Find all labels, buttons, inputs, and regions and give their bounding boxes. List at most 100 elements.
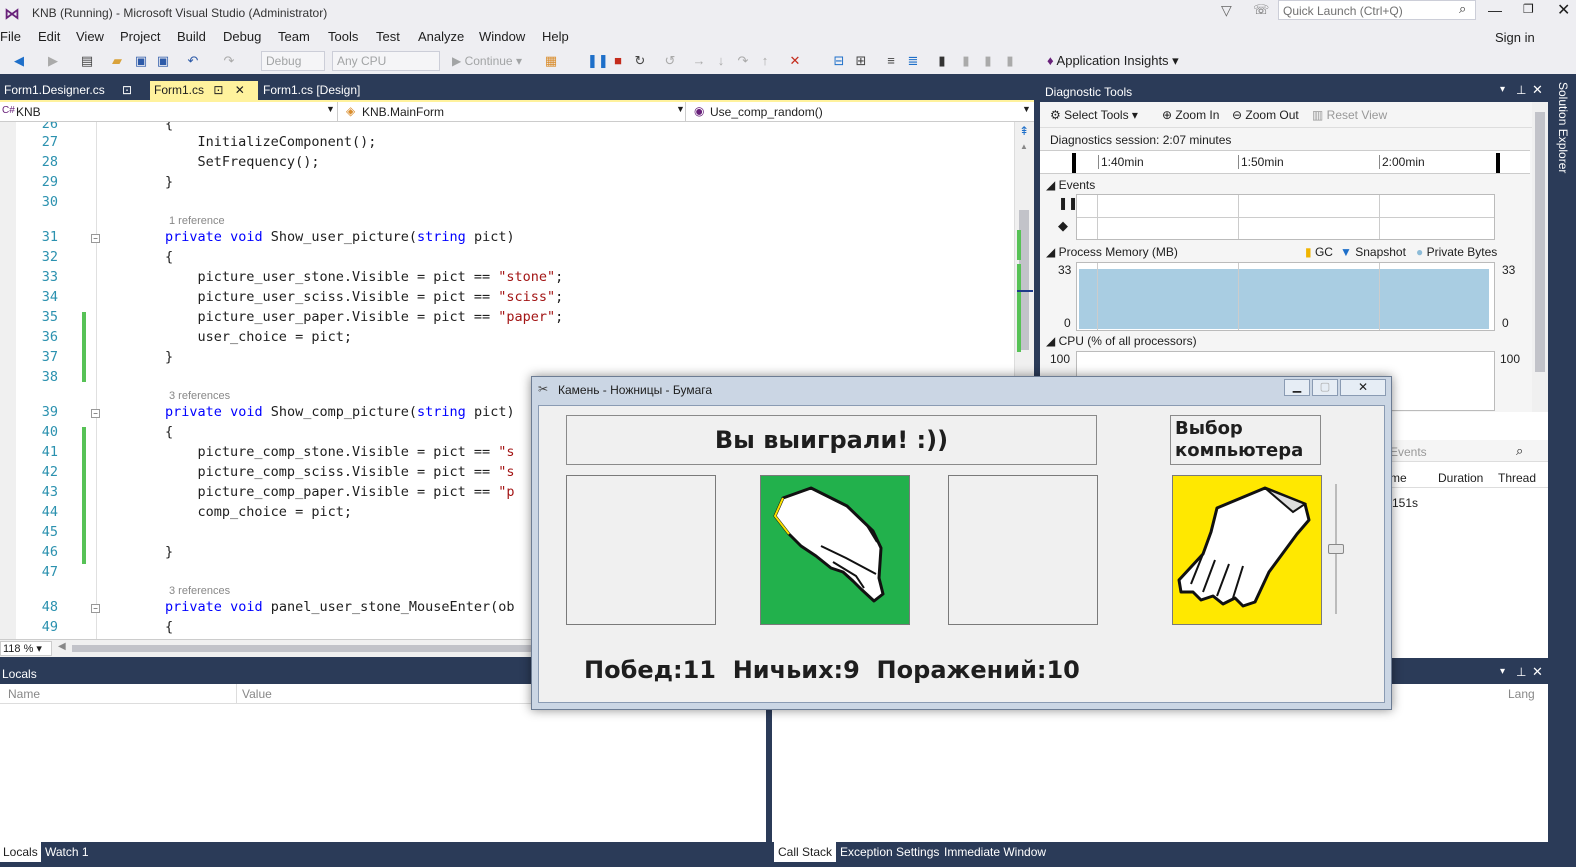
- column-header[interactable]: Lang: [1508, 687, 1535, 701]
- game-minimize-button[interactable]: ▁: [1284, 379, 1310, 396]
- pin-icon[interactable]: ⊡: [213, 83, 223, 97]
- find-icon[interactable]: ⊟: [830, 52, 848, 70]
- events-search-input[interactable]: Events: [1390, 445, 1427, 459]
- quick-find-icon[interactable]: ⊞: [852, 52, 870, 70]
- tab-locals[interactable]: Locals: [0, 842, 41, 862]
- menu-edit[interactable]: Edit: [38, 29, 60, 44]
- column-header[interactable]: Thread: [1498, 471, 1536, 485]
- close-icon[interactable]: ✕: [1532, 664, 1543, 680]
- column-header[interactable]: Duration: [1438, 471, 1483, 485]
- dropdown-icon[interactable]: ▾: [1500, 666, 1505, 677]
- timeline-ruler[interactable]: 1:40min 1:50min 2:00min: [1040, 150, 1530, 174]
- tab-form1-cs[interactable]: Form1.cs ⊡ ✕: [150, 81, 258, 100]
- attach-icon[interactable]: ▦: [542, 52, 560, 70]
- breakpoint-toggle-icon[interactable]: ✕: [786, 52, 804, 70]
- quick-launch-input[interactable]: Quick Launch (Ctrl+Q): [1283, 4, 1403, 18]
- pin-icon[interactable]: ⊡: [122, 83, 132, 97]
- range-start-marker[interactable]: [1072, 153, 1076, 173]
- pause-icon[interactable]: ❚❚: [587, 52, 609, 70]
- show-next-statement-icon[interactable]: ↺: [661, 52, 679, 70]
- tab-immediate-window[interactable]: Immediate Window: [942, 842, 1048, 862]
- menu-team[interactable]: Team: [278, 29, 310, 44]
- dropdown-icon[interactable]: ▾: [1500, 84, 1505, 95]
- scroll-up-icon[interactable]: ▲: [1020, 142, 1028, 151]
- select-tools-button[interactable]: ⚙ Select Tools ▾: [1050, 108, 1138, 122]
- memory-chart[interactable]: [1076, 262, 1495, 331]
- uncomment-icon[interactable]: ≣: [904, 52, 922, 70]
- split-icon[interactable]: ⇞: [1019, 124, 1029, 138]
- bookmark-icon[interactable]: ▮: [933, 52, 951, 70]
- prev-bookmark-icon[interactable]: ▮: [957, 52, 975, 70]
- menu-build[interactable]: Build: [177, 29, 206, 44]
- menu-project[interactable]: Project: [120, 29, 160, 44]
- game-window[interactable]: ✂ Камень - Ножницы - Бумага ▁ ▢ ✕ Вы выи…: [531, 376, 1392, 710]
- game-close-button[interactable]: ✕: [1340, 379, 1386, 396]
- config-dropdown[interactable]: Debug: [261, 51, 325, 71]
- codelens-reference[interactable]: 1 reference: [169, 215, 225, 227]
- new-project-icon[interactable]: ▤: [78, 52, 96, 70]
- menu-debug[interactable]: Debug: [223, 29, 261, 44]
- close-icon[interactable]: ✕: [1532, 82, 1543, 98]
- search-icon[interactable]: ⌕: [1516, 443, 1523, 459]
- menu-tools[interactable]: Tools: [328, 29, 358, 44]
- save-all-icon[interactable]: ▣: [154, 52, 172, 70]
- game-title-bar[interactable]: ✂ Камень - Ножницы - Бумага ▁ ▢ ✕: [532, 377, 1391, 403]
- game-maximize-button[interactable]: ▢: [1312, 379, 1338, 396]
- save-icon[interactable]: ▣: [132, 52, 150, 70]
- events-section[interactable]: ◢ Events: [1046, 178, 1095, 192]
- member-dropdown[interactable]: ◉ Use_comp_random() ▼: [692, 102, 1034, 121]
- solution-explorer-tab[interactable]: Solution Explorer: [1552, 82, 1576, 202]
- next-bookmark-icon[interactable]: ▮: [979, 52, 997, 70]
- quick-launch-box[interactable]: Quick Launch (Ctrl+Q) ⌕: [1278, 0, 1476, 20]
- cpu-section[interactable]: ◢ CPU (% of all processors): [1046, 334, 1197, 348]
- menu-window[interactable]: Window: [479, 29, 525, 44]
- codelens-reference[interactable]: 3 references: [169, 585, 230, 597]
- pin-icon[interactable]: ⊥: [1516, 665, 1526, 679]
- user-paper-panel[interactable]: [948, 475, 1098, 625]
- clear-bookmarks-icon[interactable]: ▮: [1001, 52, 1019, 70]
- maximize-button[interactable]: ❐: [1523, 2, 1534, 16]
- tab-form1-designer[interactable]: Form1.Designer.cs ⊡: [0, 81, 148, 100]
- step-back-icon[interactable]: ↷: [734, 52, 752, 70]
- pin-icon[interactable]: ⊥: [1516, 83, 1526, 97]
- feedback-icon[interactable]: ☏: [1253, 2, 1269, 18]
- menu-view[interactable]: View: [76, 29, 104, 44]
- column-header[interactable]: Value: [242, 687, 272, 701]
- class-dropdown[interactable]: ◈ KNB.MainForm ▼: [344, 102, 686, 121]
- step-into-icon[interactable]: →: [690, 52, 708, 70]
- project-dropdown[interactable]: C# KNB ▼: [0, 102, 338, 121]
- tab-watch[interactable]: Watch 1: [42, 842, 92, 862]
- codelens-reference[interactable]: 3 references: [169, 390, 230, 402]
- diag-scrollbar[interactable]: [1532, 102, 1548, 412]
- comment-icon[interactable]: ≡: [882, 52, 900, 70]
- continue-button[interactable]: ▶ Continue ▾: [452, 54, 522, 68]
- zoom-in-button[interactable]: ⊕ Zoom In: [1162, 108, 1219, 122]
- stop-icon[interactable]: ■: [609, 52, 627, 70]
- close-button[interactable]: ✕: [1557, 0, 1570, 20]
- reset-view-button[interactable]: ▥ Reset View: [1312, 108, 1387, 122]
- events-track[interactable]: [1076, 194, 1495, 240]
- redo-icon[interactable]: ↷: [220, 52, 238, 70]
- restart-icon[interactable]: ↻: [631, 52, 649, 70]
- column-header[interactable]: me: [1390, 471, 1407, 485]
- application-insights-button[interactable]: ♦ Application Insights ▾: [1047, 53, 1179, 69]
- menu-file[interactable]: File: [0, 29, 21, 44]
- tab-form1-design[interactable]: Form1.cs [Design] ⊡: [259, 81, 375, 111]
- close-tab-icon[interactable]: ✕: [235, 83, 245, 97]
- zoom-out-button[interactable]: ⊖ Zoom Out: [1232, 108, 1299, 122]
- filter-icon[interactable]: ▽: [1221, 2, 1232, 19]
- memory-section[interactable]: ◢ Process Memory (MB): [1046, 245, 1178, 259]
- minimize-button[interactable]: —: [1488, 2, 1502, 18]
- menu-analyze[interactable]: Analyze: [418, 29, 464, 44]
- tab-call-stack[interactable]: Call Stack: [774, 842, 837, 862]
- forward-icon[interactable]: ▶: [44, 52, 62, 70]
- tab-exception-settings[interactable]: Exception Settings: [838, 842, 941, 862]
- menu-help[interactable]: Help: [542, 29, 569, 44]
- scrollbar-thumb[interactable]: [1535, 112, 1545, 372]
- undo-icon[interactable]: ↶: [184, 52, 202, 70]
- zoom-dropdown[interactable]: 118 % ▾: [0, 641, 52, 656]
- user-stone-panel[interactable]: [566, 475, 716, 625]
- back-icon[interactable]: ◀: [10, 52, 28, 70]
- platform-dropdown[interactable]: Any CPU: [332, 51, 440, 71]
- open-folder-icon[interactable]: ▰: [108, 52, 126, 70]
